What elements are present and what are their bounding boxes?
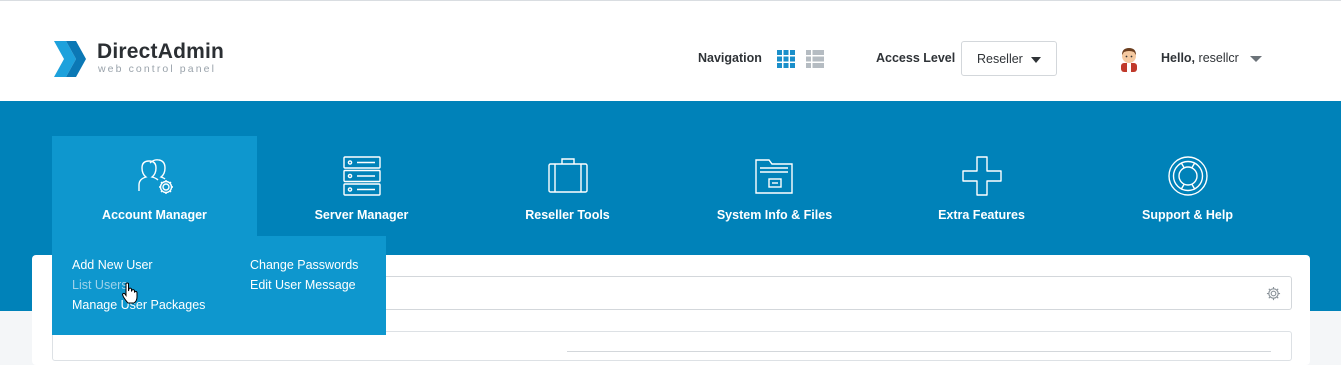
menu-label: System Info & Files [716, 208, 833, 222]
user-greeting[interactable]: Hello, resellcr [1161, 51, 1239, 65]
logo-subtitle: web control panel [98, 63, 217, 75]
logo-title: DirectAdmin [97, 40, 225, 63]
access-level-value: Reseller [977, 52, 1023, 66]
dropdown-item-add-new-user[interactable]: Add New User [72, 258, 153, 272]
dropdown-item-change-passwords[interactable]: Change Passwords [250, 258, 358, 272]
user-avatar-icon[interactable] [1118, 46, 1140, 72]
menu-label: Extra Features [938, 208, 1025, 222]
dropdown-item-edit-user-message[interactable]: Edit User Message [250, 278, 356, 292]
directadmin-logo[interactable]: DirectAdmin web control panel [52, 38, 252, 80]
menu-reseller-tools[interactable]: Reseller Tools [465, 136, 670, 256]
secondary-panel [52, 331, 1292, 361]
menu-extra-features[interactable]: Extra Features [879, 136, 1084, 256]
menu-label: Support & Help [1142, 208, 1233, 222]
menu-label: Reseller Tools [525, 208, 610, 222]
user-menu-caret-icon[interactable] [1250, 56, 1262, 62]
greeting-text: Hello, [1161, 51, 1196, 65]
hand-cursor-icon [121, 282, 138, 304]
list-view-icon[interactable] [806, 50, 824, 68]
username-text: resellcr [1198, 51, 1239, 65]
access-level-label: Access Level [876, 51, 956, 65]
plus-icon [961, 156, 1002, 196]
divider [567, 351, 1271, 352]
account-manager-icon [137, 159, 173, 194]
briefcase-icon [547, 158, 588, 193]
menu-label: Account Manager [102, 208, 207, 222]
lifebuoy-icon [1167, 156, 1208, 196]
dropdown-item-list-users[interactable]: List Users [72, 278, 128, 292]
caret-down-icon [1031, 57, 1041, 63]
logo-chevron-icon [54, 41, 86, 77]
server-icon [342, 156, 381, 196]
menu-support-help[interactable]: Support & Help [1085, 136, 1290, 256]
menu-system-info-files[interactable]: System Info & Files [672, 136, 877, 256]
folder-icon [754, 159, 793, 194]
grid-view-icon[interactable] [777, 50, 795, 68]
menu-label: Server Manager [314, 208, 409, 222]
settings-gear-icon[interactable] [1266, 286, 1281, 301]
navigation-label: Navigation [698, 51, 762, 65]
access-level-select[interactable]: Reseller [961, 41, 1057, 76]
